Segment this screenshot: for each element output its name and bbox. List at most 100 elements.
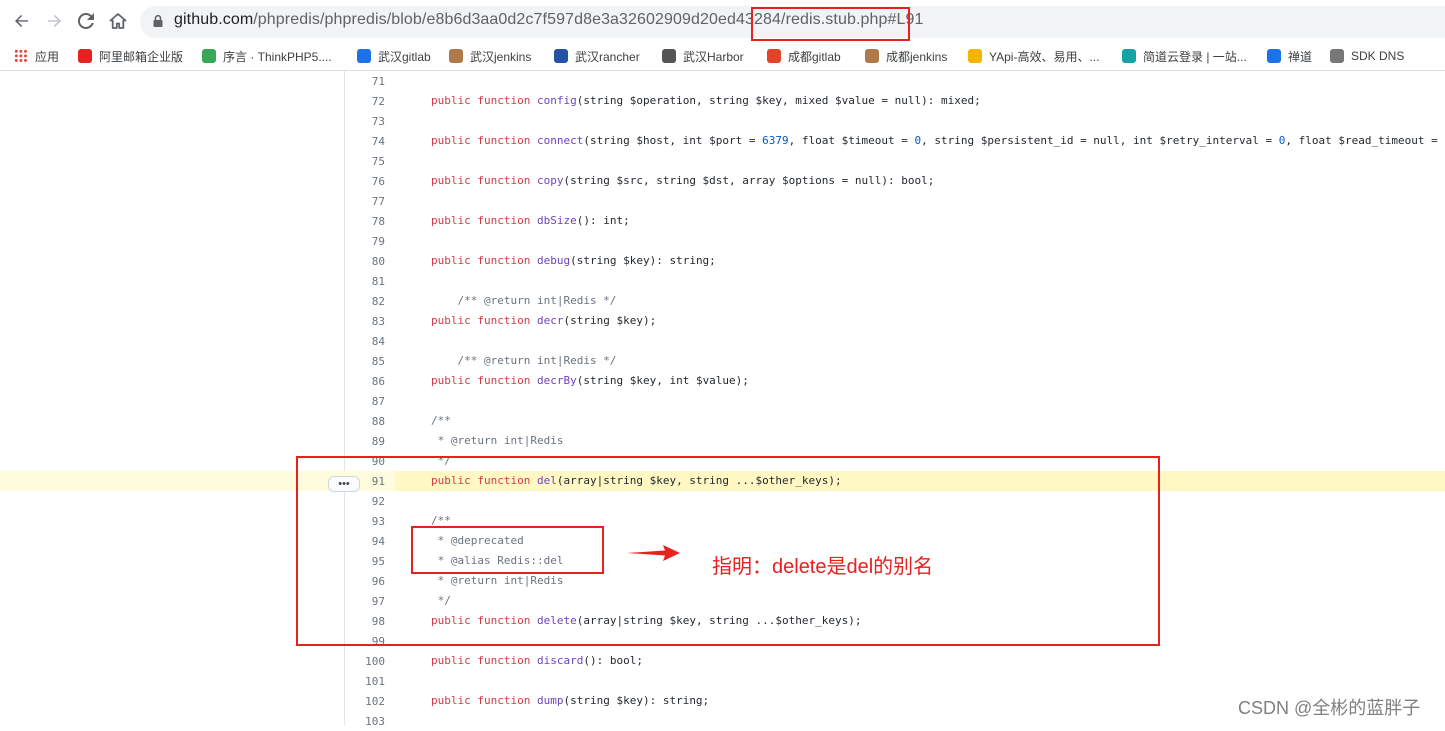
line-number[interactable]: 101 <box>345 675 385 688</box>
line-number[interactable]: 74 <box>345 135 385 148</box>
code-line: 75 <box>0 151 1445 171</box>
bookmark-item[interactable]: YApi-高效、易用、... <box>968 48 1099 64</box>
bookmark-item[interactable]: 序言 · ThinkPHP5.... <box>202 48 332 64</box>
code-line: 73 <box>0 111 1445 131</box>
apps-grid-icon <box>14 49 28 63</box>
mail-m-icon <box>78 49 92 63</box>
code-text: /** @return int|Redis */ <box>431 354 617 367</box>
bookmark-item[interactable]: 武汉jenkins <box>449 48 531 64</box>
line-number[interactable]: 85 <box>345 355 385 368</box>
code-line: 79 <box>0 231 1445 251</box>
code-text: public function dbSize(): int; <box>431 214 630 227</box>
bookmark-item[interactable]: 成都jenkins <box>865 48 947 64</box>
code-text: public function copy(string $src, string… <box>431 174 935 187</box>
forward-button[interactable] <box>42 9 66 33</box>
line-number[interactable]: 76 <box>345 175 385 188</box>
line-number[interactable]: 71 <box>345 75 385 88</box>
bookmark-item[interactable]: SDK DNS <box>1330 48 1404 64</box>
line-number[interactable]: 100 <box>345 655 385 668</box>
code-text: public function decrBy(string $key, int … <box>431 374 749 387</box>
rancher-icon <box>554 49 568 63</box>
bookmark-label: 序言 · ThinkPHP5.... <box>223 49 332 64</box>
forward-arrow-icon <box>48 15 61 27</box>
line-number[interactable]: 81 <box>345 275 385 288</box>
bookmark-item[interactable]: 简道云登录 | 一站... <box>1122 48 1247 64</box>
code-line: 101 <box>0 671 1445 691</box>
line-number[interactable]: 73 <box>345 115 385 128</box>
code-line: 103 <box>0 711 1445 731</box>
bookmark-item[interactable]: 应用 <box>14 48 59 64</box>
alias-highlight-box <box>411 526 604 574</box>
line-number[interactable]: 88 <box>345 415 385 428</box>
home-icon <box>109 13 127 29</box>
line-number[interactable]: 72 <box>345 95 385 108</box>
code-line: 78 public function dbSize(): int; <box>0 211 1445 231</box>
bookmark-label: 武汉rancher <box>575 49 640 64</box>
bookmark-label: 应用 <box>35 49 60 64</box>
code-line: 85 /** @return int|Redis */ <box>0 351 1445 371</box>
line-number[interactable]: 83 <box>345 315 385 328</box>
code-line: 77 <box>0 191 1445 211</box>
line-number[interactable]: 80 <box>345 255 385 268</box>
line-number[interactable]: 82 <box>345 295 385 308</box>
code-line: 76 public function copy(string $src, stri… <box>0 171 1445 191</box>
code-line: 74 public function connect(string $host, … <box>0 131 1445 151</box>
code-line: 83 public function decr(string $key); <box>0 311 1445 331</box>
line-number[interactable]: 86 <box>345 375 385 388</box>
code-line: 84 <box>0 331 1445 351</box>
bookmarks-bar: 应用 阿里邮箱企业版 序言 · ThinkPHP5.... 武汉gitlab 武汉jen… <box>0 42 1445 71</box>
line-number[interactable]: 102 <box>345 695 385 708</box>
back-button[interactable] <box>10 9 34 33</box>
bookmark-label: 武汉gitlab <box>378 49 431 64</box>
zentao-icon <box>1267 49 1281 63</box>
bookmark-item[interactable]: 武汉rancher <box>554 48 640 64</box>
line-number[interactable]: 78 <box>345 215 385 228</box>
bookmark-item[interactable]: 武汉Harbor <box>662 48 744 64</box>
code-text: public function config(string $operation… <box>431 94 981 107</box>
line-number[interactable]: 84 <box>345 335 385 348</box>
back-arrow-icon <box>15 15 28 27</box>
line-number[interactable]: 89 <box>345 435 385 448</box>
bookmark-item[interactable]: 成都gitlab <box>767 48 841 64</box>
bookmark-item[interactable]: 阿里邮箱企业版 <box>78 48 183 64</box>
lock-icon <box>153 14 163 27</box>
line-number[interactable]: 77 <box>345 195 385 208</box>
code-text: public function debug(string $key): stri… <box>431 254 716 267</box>
code-text: /** @return int|Redis */ <box>431 294 617 307</box>
code-line: 80 public function debug(string $key): st… <box>0 251 1445 271</box>
bookmark-label: 禅道 <box>1288 49 1313 64</box>
annotation-arrow-icon <box>627 545 680 561</box>
code-line: 71 <box>0 71 1445 91</box>
reload-icon <box>78 13 94 29</box>
reload-button[interactable] <box>74 9 98 33</box>
arrow-icon <box>357 49 371 63</box>
yapi-icon <box>968 49 982 63</box>
code-text: public function dump(string $key): strin… <box>431 694 710 707</box>
harbor-icon <box>662 49 676 63</box>
browser-toolbar: github.com/phpredis/phpredis/blob/e8b6d3… <box>0 0 1445 42</box>
code-line: 100 public function discard(): bool; <box>0 651 1445 671</box>
bookmark-item[interactable]: 禅道 <box>1267 48 1312 64</box>
bookmark-label: 成都gitlab <box>788 49 841 64</box>
code-line: 87 <box>0 391 1445 411</box>
bookmark-label: 武汉jenkins <box>470 49 532 64</box>
bookmark-label: YApi-高效、易用、... <box>989 49 1100 64</box>
code-line: 82 /** @return int|Redis */ <box>0 291 1445 311</box>
thinkphp-icon <box>202 49 216 63</box>
gitlab-icon <box>767 49 781 63</box>
home-button[interactable] <box>106 9 130 33</box>
code-text: public function discard(): bool; <box>431 654 643 667</box>
line-number[interactable]: 75 <box>345 155 385 168</box>
line-number[interactable]: 79 <box>345 235 385 248</box>
bookmark-item[interactable]: 武汉gitlab <box>357 48 431 64</box>
code-line: 88 /** <box>0 411 1445 431</box>
bookmark-label: 武汉Harbor <box>683 49 744 64</box>
line-number[interactable]: 87 <box>345 395 385 408</box>
code-text: * @return int|Redis <box>431 434 564 447</box>
line-number[interactable]: 103 <box>345 715 385 728</box>
code-line: 102 public function dump(string $key): st… <box>0 691 1445 711</box>
code-line: 81 <box>0 271 1445 291</box>
code-text: /** <box>431 414 451 427</box>
sdk-icon <box>1330 49 1344 63</box>
annotation-note: 指明：delete是del的别名 <box>712 556 934 578</box>
